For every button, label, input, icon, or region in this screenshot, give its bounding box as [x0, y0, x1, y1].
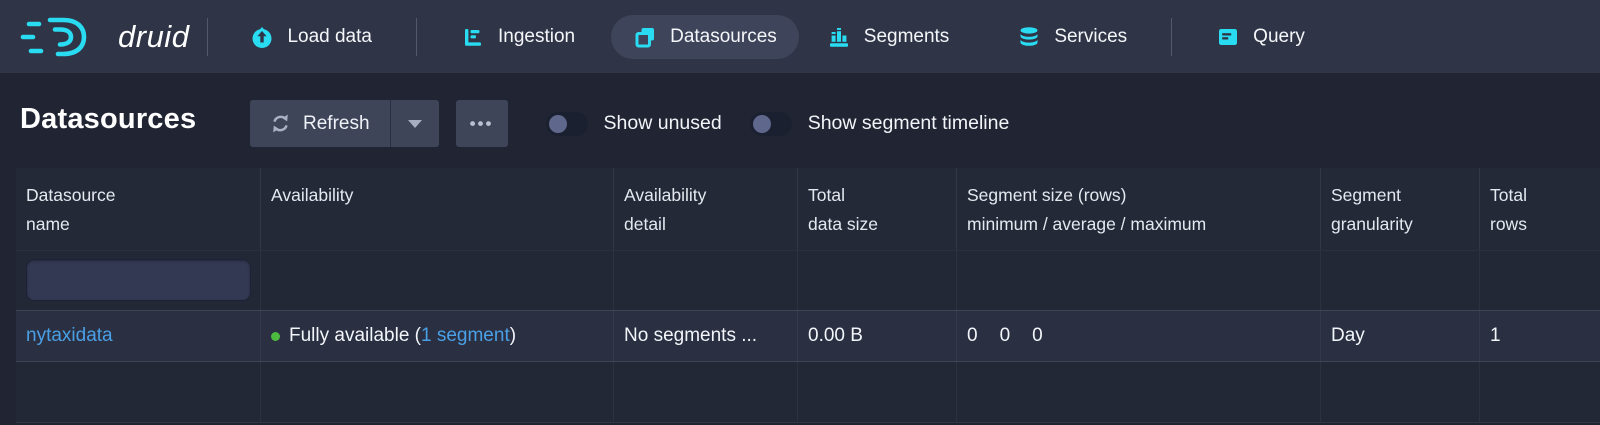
column-header-segment-size-rows[interactable]: Segment size (rows) minimum / average / …: [957, 168, 1321, 250]
segments-count-link[interactable]: 1 segment: [421, 311, 510, 361]
datasources-icon: [633, 25, 657, 49]
cell-availability-detail: No segments ...: [614, 311, 798, 361]
fully-available-status-dot-icon: [271, 332, 280, 341]
page-title: Datasources: [20, 103, 196, 136]
more-icon: •••: [470, 114, 494, 134]
nav-item-datasources[interactable]: Datasources: [611, 15, 799, 59]
table-empty-row: [16, 362, 1600, 423]
navbar-divider: [1171, 18, 1172, 56]
column-header-segment-granularity[interactable]: Segment granularity: [1321, 168, 1480, 250]
datasources-table: Datasource name Availability Availabilit…: [16, 168, 1600, 425]
druid-logo[interactable]: druid: [20, 13, 189, 61]
nav-item-query[interactable]: Query: [1194, 15, 1327, 59]
column-header-datasource-name[interactable]: Datasource name: [16, 168, 261, 250]
nav-item-label: Services: [1054, 26, 1127, 48]
more-actions-button[interactable]: •••: [456, 100, 508, 147]
column-header-availability[interactable]: Availability: [261, 168, 614, 250]
druid-logo-icon: [20, 13, 112, 61]
refresh-dropdown-button[interactable]: [390, 100, 439, 147]
segments-bar-chart-icon: [827, 25, 851, 49]
datasources-view-header: Datasources Refresh •••: [0, 73, 1600, 168]
caret-down-icon: [408, 120, 422, 128]
navbar-divider: [416, 18, 417, 56]
ingestion-chart-icon: [461, 25, 485, 49]
nav-item-ingestion[interactable]: Ingestion: [439, 15, 597, 59]
cell-segment-granularity: Day: [1321, 311, 1480, 361]
toggle-label: Show unused: [604, 112, 722, 135]
cell-availability: Fully available ( 1 segment ): [261, 311, 614, 361]
toggle-knob: [753, 115, 771, 133]
column-header-total-rows[interactable]: Total rows: [1480, 168, 1600, 250]
cell-total-rows: 1: [1480, 311, 1600, 361]
refresh-button[interactable]: Refresh: [250, 100, 390, 147]
nav-item-segments[interactable]: Segments: [805, 15, 972, 59]
show-segment-timeline-toggle[interactable]: [750, 112, 792, 136]
toggle-knob: [549, 115, 567, 133]
query-console-icon: [1216, 25, 1240, 49]
datasource-name-link[interactable]: nytaxidata: [26, 311, 113, 361]
column-header-total-data-size[interactable]: Total data size: [798, 168, 957, 250]
availability-text: Fully available (: [289, 311, 421, 361]
database-icon: [1017, 25, 1041, 49]
nav-item-load-data[interactable]: Load data: [228, 15, 394, 59]
availability-text-suffix: ): [510, 311, 516, 361]
nav-item-label: Ingestion: [498, 26, 575, 48]
segment-size-average: 0: [1000, 311, 1011, 361]
show-unused-toggle-group: Show unused: [546, 112, 722, 136]
nav-item-label: Load data: [287, 26, 372, 48]
nav-item-label: Query: [1253, 26, 1305, 48]
table-row: nytaxidata Fully available ( 1 segment )…: [16, 310, 1600, 362]
cell-segment-size-rows: 0 0 0: [957, 311, 1321, 361]
show-segment-timeline-toggle-group: Show segment timeline: [750, 112, 1010, 136]
top-navbar: druid Load data Ingestion: [0, 0, 1600, 73]
refresh-button-label: Refresh: [303, 113, 370, 135]
navbar-divider: [207, 18, 208, 56]
datasource-name-filter-input[interactable]: [26, 259, 251, 301]
show-unused-toggle[interactable]: [546, 112, 588, 136]
nav-item-label: Segments: [864, 26, 950, 48]
upload-icon: [250, 25, 274, 49]
refresh-icon: [270, 113, 291, 134]
nav-item-label: Datasources: [670, 26, 777, 48]
toggle-label: Show segment timeline: [808, 112, 1010, 135]
segment-size-minimum: 0: [967, 311, 978, 361]
table-header-row: Datasource name Availability Availabilit…: [16, 168, 1600, 250]
segment-size-maximum: 0: [1032, 311, 1043, 361]
nav-item-services[interactable]: Services: [995, 15, 1149, 59]
column-header-availability-detail[interactable]: Availability detail: [614, 168, 798, 250]
brand-wordmark: druid: [118, 19, 189, 55]
table-filter-row: [16, 250, 1600, 310]
cell-total-data-size: 0.00 B: [798, 311, 957, 361]
cell-datasource-name: nytaxidata: [16, 311, 261, 361]
